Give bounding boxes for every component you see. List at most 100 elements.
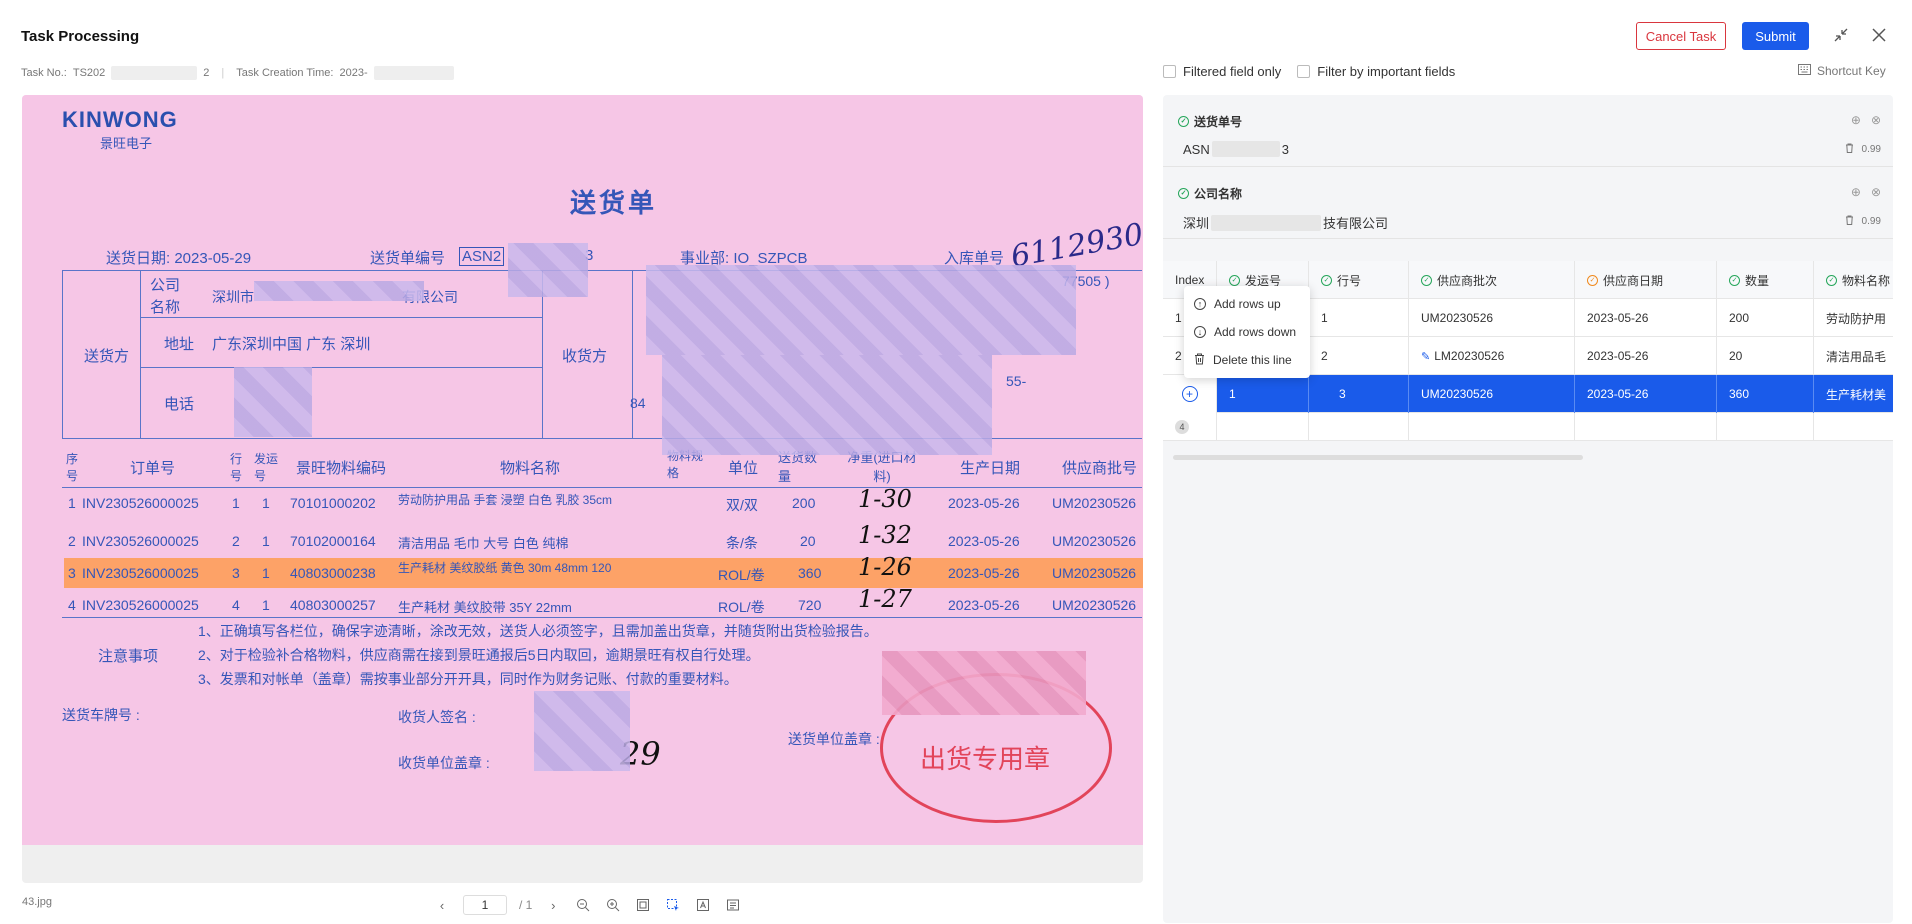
col-code: 景旺物料编码 bbox=[296, 460, 387, 477]
cell-date[interactable] bbox=[1575, 413, 1717, 441]
cell-batch[interactable]: ✎ LM20230526 bbox=[1409, 337, 1575, 375]
prev-page-icon[interactable]: ‹ bbox=[433, 896, 451, 914]
trash-icon[interactable] bbox=[1845, 215, 1854, 228]
header-text: 物料名称 bbox=[1842, 273, 1891, 288]
phone-label: 电话 bbox=[164, 396, 195, 413]
cell-date[interactable]: 2023-05-26 bbox=[1575, 337, 1717, 375]
doc-row-line: 1 bbox=[232, 495, 240, 511]
cell-ship[interactable] bbox=[1217, 413, 1309, 441]
add-circle-icon[interactable]: ⊕ bbox=[1851, 185, 1861, 199]
field-label: ✓ 公司名称 bbox=[1178, 185, 1242, 202]
field-company-name[interactable]: ✓ 公司名称 深圳 技有限公司 ⊕ ⊗ 0.99 bbox=[1163, 167, 1893, 239]
task-processing-dialog: Task Processing Task No.: TS202 2 | Task… bbox=[0, 0, 1912, 924]
table-horizontal-scrollbar[interactable] bbox=[1173, 455, 1583, 460]
doc-row-unit: ROL/卷 bbox=[718, 599, 765, 615]
submit-button[interactable]: Submit bbox=[1742, 22, 1809, 50]
doc-divider-a bbox=[140, 270, 141, 438]
col-unit: 单位 bbox=[728, 460, 759, 477]
checkbox-box[interactable] bbox=[1297, 65, 1311, 78]
cell-line[interactable]: 3 bbox=[1309, 375, 1409, 413]
cell-line[interactable]: 1 bbox=[1309, 299, 1409, 337]
task-no-suffix: 2 bbox=[203, 67, 210, 79]
cell-line[interactable] bbox=[1309, 413, 1409, 441]
cell-ship[interactable]: 1 bbox=[1217, 375, 1309, 413]
menu-add-rows-up[interactable]: ↑ Add rows up bbox=[1184, 290, 1310, 318]
doc-row-batch: UM20230526 bbox=[1052, 533, 1137, 549]
note-2: 2、对于检验补合格物料，供应商需在接到景旺通报后5日内取回，逾期景旺有权自行处理… bbox=[198, 647, 760, 663]
col-header-supplier-date[interactable]: ✓ 供应商日期 bbox=[1575, 261, 1717, 299]
field-label-text: 公司名称 bbox=[1194, 187, 1243, 201]
doc-row-seq: 4 bbox=[68, 597, 76, 613]
trash-icon[interactable] bbox=[1845, 143, 1854, 156]
doc-row-qty: 200 bbox=[792, 495, 816, 511]
col-header-batch[interactable]: ✓ 供应商批次 bbox=[1409, 261, 1575, 299]
field-value[interactable]: ASN 3 bbox=[1183, 141, 1289, 157]
text-recognize-icon[interactable] bbox=[694, 896, 712, 914]
col-line: 行号 bbox=[230, 452, 243, 483]
pager: ‹ 1 / 1 › bbox=[433, 895, 742, 915]
col-header-material[interactable]: ✓ 物料名称 bbox=[1814, 261, 1893, 299]
field-label: ✓ 送货单号 bbox=[1178, 113, 1242, 130]
cell-batch[interactable] bbox=[1409, 413, 1575, 441]
col-header-line[interactable]: ✓ 行号 bbox=[1309, 261, 1409, 299]
document-view-icon[interactable] bbox=[724, 896, 742, 914]
header-text: Index bbox=[1175, 273, 1205, 287]
next-page-icon[interactable]: › bbox=[544, 896, 562, 914]
cell-batch[interactable]: UM20230526 bbox=[1409, 375, 1575, 413]
col-seq: 序号 bbox=[66, 452, 79, 483]
menu-add-rows-down[interactable]: ↓ Add rows down bbox=[1184, 318, 1310, 346]
check-circle-icon: ✓ bbox=[1587, 274, 1598, 286]
col-header-qty[interactable]: ✓ 数量 bbox=[1717, 261, 1814, 299]
filtered-field-checkbox[interactable]: Filtered field only bbox=[1163, 64, 1281, 79]
cell-qty[interactable]: 200 bbox=[1717, 299, 1814, 337]
document-image: KINWONG 景旺电子 送货单 送货日期: 2023-05-29 送货单编号 … bbox=[22, 95, 1143, 845]
close-circle-icon[interactable]: ⊗ bbox=[1871, 113, 1881, 127]
receiver-sign-label: 收货人签名 : bbox=[398, 709, 476, 725]
important-field-checkbox[interactable]: Filter by important fields bbox=[1297, 64, 1455, 79]
close-circle-icon[interactable]: ⊗ bbox=[1871, 185, 1881, 199]
zoom-in-icon[interactable] bbox=[604, 896, 622, 914]
cancel-task-button[interactable]: Cancel Task bbox=[1636, 22, 1726, 50]
cell-material[interactable]: 生产耗材美 bbox=[1814, 375, 1893, 413]
cell-qty[interactable]: 20 bbox=[1717, 337, 1814, 375]
file-name: 43.jpg bbox=[22, 896, 52, 908]
field-value-redacted bbox=[1211, 214, 1322, 231]
add-circle-icon[interactable]: ⊕ bbox=[1851, 113, 1861, 127]
cell-date[interactable]: 2023-05-26 bbox=[1575, 375, 1717, 413]
cell-index[interactable]: 4 bbox=[1163, 413, 1217, 441]
cell-line[interactable]: 2 bbox=[1309, 337, 1409, 375]
cell-qty[interactable] bbox=[1717, 413, 1814, 441]
field-delivery-no[interactable]: ✓ 送货单号 ASN 3 ⊕ ⊗ 0.99 bbox=[1163, 95, 1893, 167]
table-row-selected[interactable]: + 1 3 UM20230526 2023-05-26 360 生产耗材美 bbox=[1163, 375, 1893, 413]
field-value[interactable]: 深圳 技有限公司 bbox=[1183, 213, 1388, 232]
doc-row-batch: UM20230526 bbox=[1052, 565, 1137, 581]
shortcut-key-button[interactable]: Shortcut Key bbox=[1798, 64, 1886, 78]
zoom-out-icon[interactable] bbox=[574, 896, 592, 914]
cell-date[interactable]: 2023-05-26 bbox=[1575, 299, 1717, 337]
cell-material[interactable]: 清洁用品毛 bbox=[1814, 337, 1893, 375]
doc-row-hand: 1-30 bbox=[858, 485, 912, 513]
doc-title: 送货单 bbox=[570, 188, 658, 218]
confidence-score: 0.99 bbox=[1861, 144, 1881, 155]
doc-row-ship: 1 bbox=[262, 533, 270, 549]
checkbox-box[interactable] bbox=[1163, 65, 1176, 78]
select-area-icon[interactable] bbox=[664, 896, 682, 914]
cell-material[interactable]: 劳动防护用 bbox=[1814, 299, 1893, 337]
table-row-empty[interactable]: 4 bbox=[1163, 413, 1893, 441]
add-row-icon[interactable]: + bbox=[1181, 386, 1198, 402]
fit-screen-icon[interactable] bbox=[634, 896, 652, 914]
col-batch: 供应商批号 bbox=[1062, 460, 1138, 477]
check-circle-icon: ✓ bbox=[1729, 274, 1740, 286]
menu-delete-line[interactable]: Delete this line bbox=[1184, 346, 1310, 374]
doc-row-seq: 1 bbox=[68, 495, 76, 511]
cell-batch[interactable]: UM20230526 bbox=[1409, 299, 1575, 337]
close-icon[interactable] bbox=[1868, 24, 1890, 46]
cell-qty[interactable]: 360 bbox=[1717, 375, 1814, 413]
company-value: 深圳市 bbox=[212, 289, 254, 305]
page-input[interactable]: 1 bbox=[463, 895, 507, 915]
collapse-icon[interactable] bbox=[1830, 24, 1852, 46]
doc-row-ship: 1 bbox=[262, 495, 270, 511]
cell-index[interactable]: + bbox=[1163, 375, 1217, 413]
check-circle-icon: ✓ bbox=[1321, 274, 1332, 286]
cell-material[interactable] bbox=[1814, 413, 1893, 441]
